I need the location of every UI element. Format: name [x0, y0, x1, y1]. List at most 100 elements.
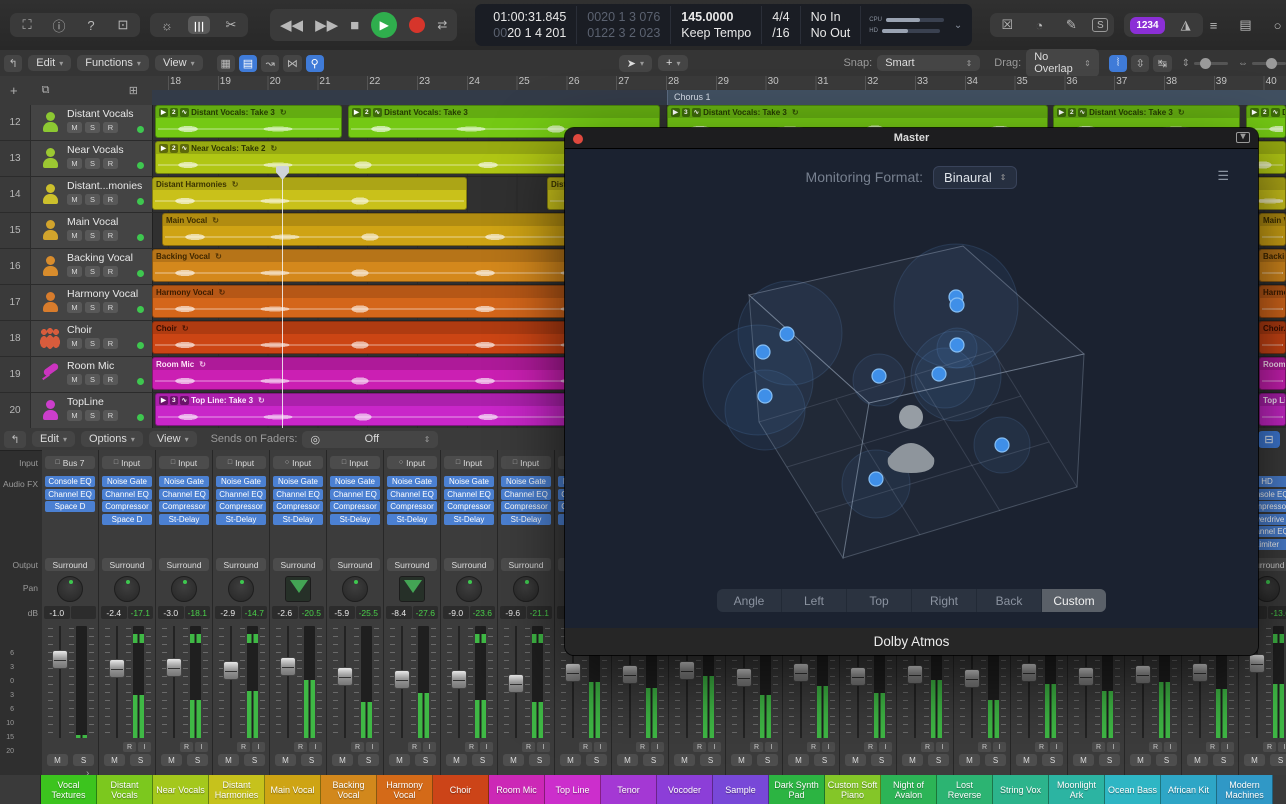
region[interactable]: Harmony Vocal	[1259, 285, 1286, 318]
fader-handle[interactable]	[679, 661, 695, 680]
pan-knob[interactable]	[57, 576, 83, 602]
take-play-icon[interactable]: ▶	[1057, 107, 1066, 117]
horizontal-zoom-slider[interactable]: ⇔	[1238, 57, 1286, 69]
record-button[interactable]	[409, 17, 426, 33]
track-header-body[interactable]: Backing Vocal M S R	[31, 249, 152, 284]
quickhelp-panel-icon[interactable]: ⊡	[112, 16, 134, 34]
bottom-track-label[interactable]: Moonlight Ark	[1049, 775, 1105, 804]
pointer-tool-menu[interactable]: ➤ ▾	[618, 54, 653, 72]
link-mode-icon[interactable]: ▾	[1236, 132, 1250, 143]
atmos-audio-object[interactable]	[779, 326, 795, 342]
input-monitor-button[interactable]: I	[366, 742, 379, 752]
input-monitor-button[interactable]: I	[765, 742, 778, 752]
track-on-indicator[interactable]	[137, 126, 144, 133]
solo-button[interactable]: S	[928, 754, 949, 766]
input-monitor-button[interactable]: I	[822, 742, 835, 752]
atmos-audio-object[interactable]	[757, 388, 773, 404]
output-button[interactable]: Surround	[159, 558, 209, 571]
pan-knob[interactable]	[342, 576, 368, 602]
volume-db-value[interactable]: -8.4	[386, 606, 412, 619]
plugin-slot[interactable]: Compressor	[330, 501, 380, 512]
record-enable-button[interactable]: R	[921, 742, 934, 752]
mixer-options-menu[interactable]: Options ▾	[80, 431, 143, 447]
plugin-slot[interactable]: Console EQ	[45, 476, 95, 487]
bottom-track-label[interactable]: Lost Reverse	[937, 775, 993, 804]
volume-db-value[interactable]: -2.9	[215, 606, 241, 619]
record-enable-button[interactable]: R	[636, 742, 649, 752]
mixer-strip[interactable]: □Input Noise GateChannel EQCompressorSt-D…	[498, 450, 555, 775]
fader-handle[interactable]	[451, 670, 467, 689]
track-header-body[interactable]: Distant Vocals M S R	[31, 105, 152, 140]
input-button[interactable]: □Input	[159, 456, 209, 469]
plugin-slot[interactable]: Noise Gate	[159, 476, 209, 487]
atmos-3d-view[interactable]	[565, 128, 1258, 655]
track-on-indicator[interactable]	[137, 342, 144, 349]
plugin-slot[interactable]: Channel EQ	[216, 488, 266, 500]
mute-button[interactable]: M	[47, 754, 68, 766]
input-button[interactable]: ○ Input	[273, 456, 323, 469]
solo-button[interactable]: S	[871, 754, 892, 766]
bar-ruler[interactable]: 18 19 20 21 22 23 24 25 26 27 28 29 30 31 32 33 34 35 36 37…	[152, 76, 1286, 91]
fader-handle[interactable]	[736, 668, 752, 687]
take-play-icon[interactable]: ▶	[159, 107, 168, 117]
mute-button[interactable]: M	[1187, 754, 1208, 766]
input-monitor-button[interactable]: I	[537, 742, 550, 752]
info-icon[interactable]: ⓘ	[48, 16, 70, 34]
mute-button[interactable]: M	[1073, 754, 1094, 766]
fader-handle[interactable]	[565, 663, 581, 682]
input-button[interactable]: □Input	[444, 456, 494, 469]
atmos-audio-object[interactable]	[949, 297, 965, 313]
close-icon[interactable]	[573, 134, 583, 144]
count-in-button[interactable]: 1234	[1130, 16, 1165, 34]
mixer-strip[interactable]: □Input Noise GateChannel EQCompressorSt-D…	[441, 450, 498, 775]
track-on-indicator[interactable]	[137, 162, 144, 169]
plugin-slot[interactable]: Channel EQ	[102, 488, 152, 500]
take-play-icon[interactable]: ▶	[159, 143, 168, 153]
record-enable-button[interactable]: R	[123, 742, 136, 752]
plugin-slot[interactable]: St-Delay	[273, 513, 323, 525]
bottom-track-label[interactable]: Room Mic	[489, 775, 545, 804]
mute-button[interactable]: M	[674, 754, 695, 766]
output-button[interactable]: Surround	[330, 558, 380, 571]
output-button[interactable]: Surround	[216, 558, 266, 571]
plugin-slot[interactable]: Space D	[102, 513, 152, 525]
solo-button[interactable]: S	[1270, 754, 1286, 766]
output-button[interactable]: Surround	[501, 558, 551, 571]
input-monitor-button[interactable]: I	[423, 742, 436, 752]
plugin-slot[interactable]: Compressor	[216, 501, 266, 512]
horizontal-auto-zoom-button[interactable]: ↹	[1153, 54, 1172, 72]
mute-button[interactable]: M	[503, 754, 524, 766]
plugin-slot[interactable]: Noise Gate	[387, 476, 437, 487]
solo-button[interactable]: S	[586, 754, 607, 766]
play-button[interactable]: ▶	[371, 12, 398, 38]
track-header[interactable]: 16 Backing Vocal M S R	[0, 249, 152, 285]
mute-button[interactable]: M	[1244, 754, 1265, 766]
plugin-slot[interactable]: St-Delay	[216, 513, 266, 525]
plugin-slot[interactable]: St-Delay	[444, 513, 494, 525]
view-button-top[interactable]: Top	[847, 589, 912, 612]
mute-button[interactable]: M	[67, 122, 82, 133]
fader-handle[interactable]	[850, 667, 866, 686]
plugin-slot[interactable]: Noise Gate	[501, 476, 551, 487]
automation-icon[interactable]: ↝	[261, 54, 280, 72]
take-play-icon[interactable]: ▶	[352, 107, 361, 117]
atmos-titlebar[interactable]: Master ▾	[565, 128, 1258, 149]
track-header-body[interactable]: Choir M S R	[31, 321, 152, 356]
back-arrow-button[interactable]: ↰	[4, 54, 23, 72]
mute-button[interactable]: M	[1016, 754, 1037, 766]
solo-button[interactable]: S	[73, 754, 94, 766]
mute-button[interactable]: M	[67, 266, 82, 277]
bottom-track-label[interactable]: Backing Vocal	[321, 775, 377, 804]
surround-panner[interactable]	[399, 576, 425, 602]
plugin-slot[interactable]: Noise Gate	[216, 476, 266, 487]
solo-button[interactable]: S	[130, 754, 151, 766]
input-monitor-button[interactable]: I	[936, 742, 949, 752]
region[interactable]: Room Mic	[1259, 357, 1286, 390]
solo-button[interactable]: S	[1156, 754, 1177, 766]
record-enable-button[interactable]: R	[408, 742, 421, 752]
bottom-track-label[interactable]: Top Line	[545, 775, 601, 804]
region[interactable]: Main Vocal	[1259, 213, 1286, 246]
stop-button[interactable]: ■	[350, 17, 359, 34]
plugin-slot[interactable]: Channel EQ	[330, 488, 380, 500]
track-on-indicator[interactable]	[137, 234, 144, 241]
